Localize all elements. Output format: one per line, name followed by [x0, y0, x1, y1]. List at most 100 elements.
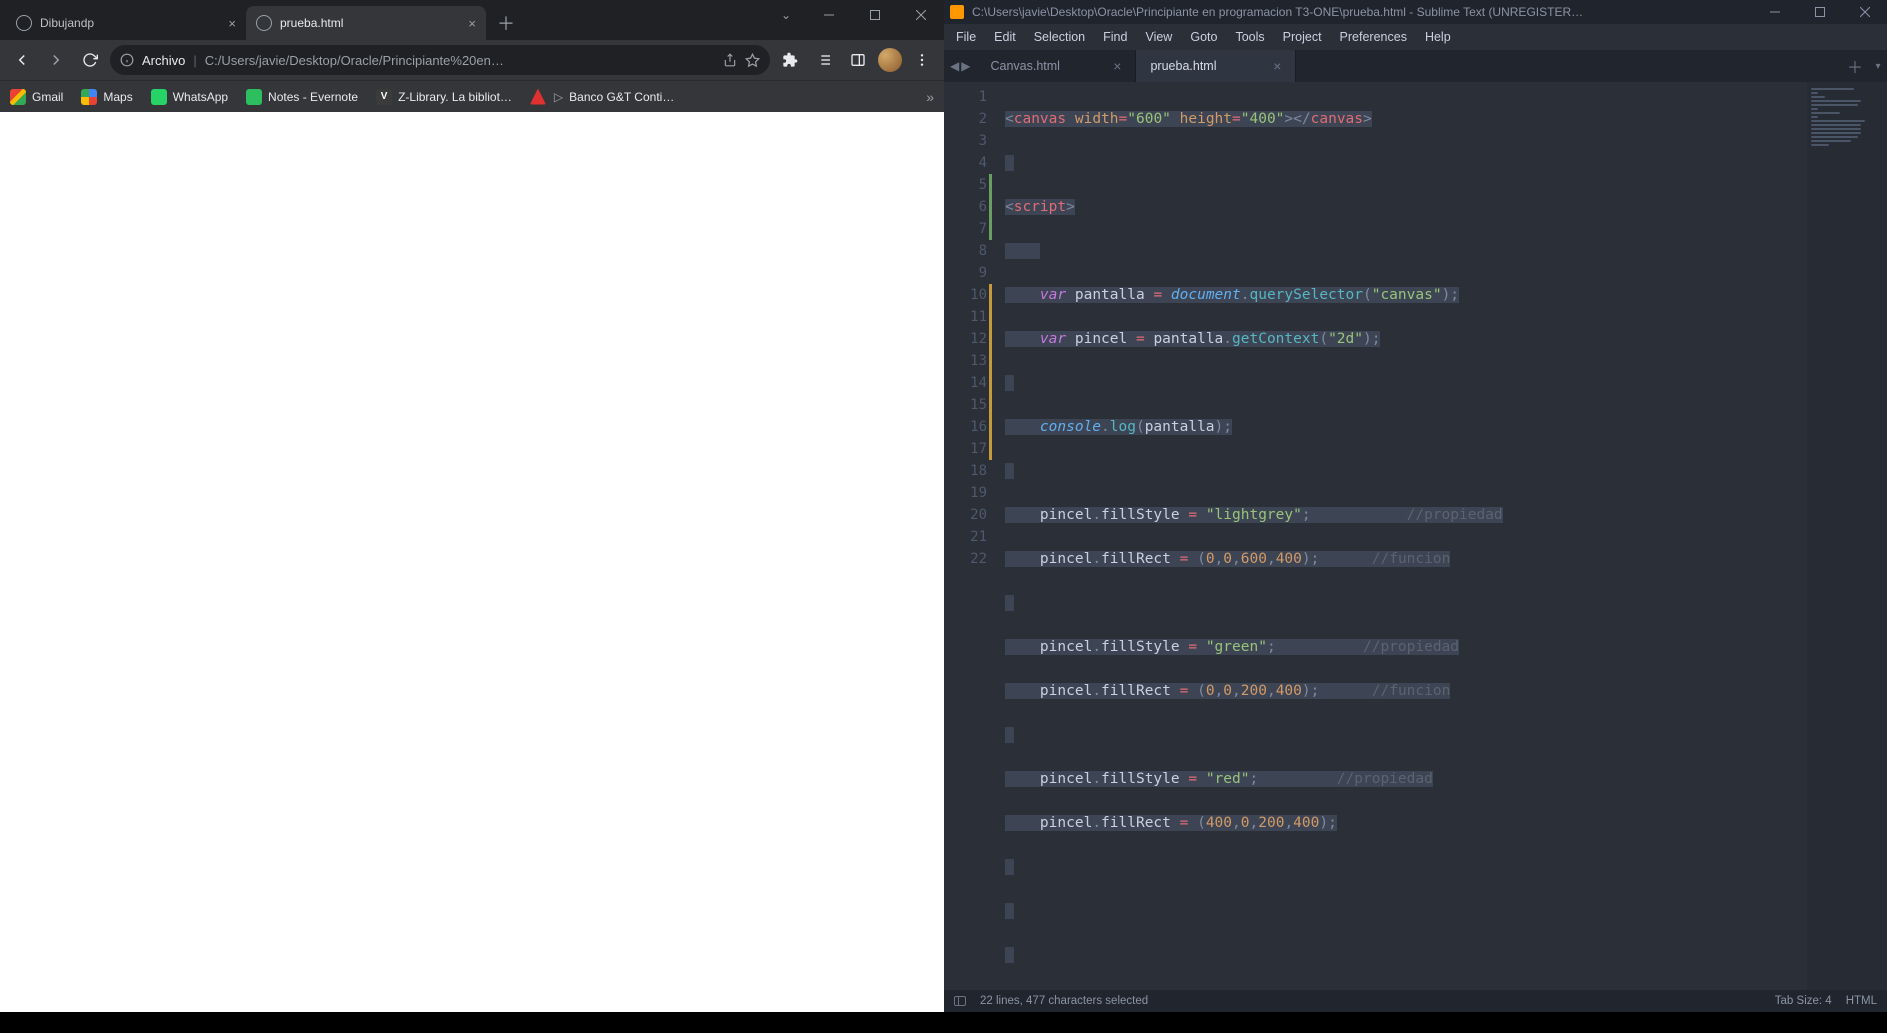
line-number: 3 — [949, 130, 987, 152]
tab-back-icon[interactable]: ◀ — [950, 59, 959, 73]
status-tabsize[interactable]: Tab Size: 4 — [1775, 995, 1832, 1007]
tab-label: Canvas.html — [990, 59, 1059, 73]
chevron-down-icon[interactable]: ⌄ — [766, 0, 806, 30]
minimize-button[interactable] — [806, 0, 852, 30]
line-number: 9 — [949, 262, 987, 284]
menu-view[interactable]: View — [1137, 27, 1180, 47]
taskbar — [0, 1012, 1887, 1033]
sublime-logo-icon — [950, 5, 964, 19]
close-button[interactable] — [898, 0, 944, 30]
tab-forward-icon[interactable]: ▶ — [961, 59, 970, 73]
avatar[interactable] — [878, 48, 902, 72]
status-syntax[interactable]: HTML — [1846, 995, 1877, 1007]
line-number: 7 — [949, 218, 987, 240]
bookmark-maps[interactable]: Maps — [81, 89, 132, 105]
minimize-button[interactable] — [1752, 0, 1797, 24]
bookmark-whatsapp[interactable]: WhatsApp — [151, 89, 228, 105]
line-number: 10 — [949, 284, 987, 306]
forward-button[interactable] — [42, 46, 70, 74]
tab-title: prueba.html — [280, 16, 460, 30]
sublime-tabbar: ◀ ▶ Canvas.html × prueba.html × ＋ ▾ — [944, 50, 1887, 82]
line-number: 12 — [949, 328, 987, 350]
close-icon[interactable]: × — [228, 16, 236, 31]
close-icon[interactable]: × — [468, 16, 476, 31]
chrome-window: Dibujandp × prueba.html × ＋ ⌄ — [0, 0, 944, 1012]
line-number: 6 — [949, 196, 987, 218]
line-number: 4 — [949, 152, 987, 174]
sublime-window-controls — [1752, 0, 1887, 24]
menu-file[interactable]: File — [948, 27, 984, 47]
url-divider: | — [193, 53, 196, 68]
chrome-tab-1[interactable]: Dibujandp × — [6, 6, 246, 40]
globe-icon — [16, 15, 32, 31]
gmail-icon — [10, 89, 26, 105]
zlibrary-icon: V — [376, 89, 392, 105]
menu-goto[interactable]: Goto — [1182, 27, 1225, 47]
editor-tab-canvas[interactable]: Canvas.html × — [976, 50, 1136, 82]
extensions-icon[interactable] — [776, 46, 804, 74]
bookmark-gmail[interactable]: Gmail — [10, 89, 63, 105]
bookmarks-bar: Gmail Maps WhatsApp Notes - Evernote VZ-… — [0, 80, 944, 112]
line-number: 11 — [949, 306, 987, 328]
status-selection: 22 lines, 477 characters selected — [980, 995, 1148, 1007]
bookmark-overflow[interactable]: » — [926, 89, 934, 105]
maximize-button[interactable] — [1797, 0, 1842, 24]
menu-find[interactable]: Find — [1095, 27, 1135, 47]
new-tab-button[interactable]: ＋ — [1841, 50, 1869, 82]
chrome-tabstrip: Dibujandp × prueba.html × ＋ — [0, 0, 766, 40]
line-number: 21 — [949, 526, 987, 548]
editor-tab-prueba[interactable]: prueba.html × — [1136, 50, 1296, 82]
side-panel-icon[interactable] — [844, 46, 872, 74]
chrome-toolbar: Archivo | C:/Users/javie/Desktop/Oracle/… — [0, 40, 944, 80]
evernote-icon — [246, 89, 262, 105]
address-bar[interactable]: Archivo | C:/Users/javie/Desktop/Oracle/… — [110, 45, 770, 75]
bookmark-banco[interactable]: ▷Banco G&T Conti… — [530, 89, 674, 105]
kebab-menu-icon[interactable] — [908, 46, 936, 74]
line-number: 22 — [949, 548, 987, 570]
line-number: 20 — [949, 504, 987, 526]
chrome-tab-2[interactable]: prueba.html × — [246, 6, 486, 40]
new-tab-button[interactable]: ＋ — [492, 9, 520, 37]
line-number: 13 — [949, 350, 987, 372]
menu-help[interactable]: Help — [1417, 27, 1459, 47]
url-path: C:/Users/javie/Desktop/Oracle/Principian… — [205, 53, 715, 68]
globe-icon — [256, 15, 272, 31]
menu-project[interactable]: Project — [1275, 27, 1330, 47]
tab-label: prueba.html — [1150, 59, 1216, 73]
close-icon[interactable]: × — [1113, 58, 1121, 74]
menu-tools[interactable]: Tools — [1227, 27, 1272, 47]
line-number: 14 — [949, 372, 987, 394]
bookmark-zlibrary[interactable]: VZ-Library. La bibliot… — [376, 89, 512, 105]
code-editor[interactable]: <canvas width="600" height="400"></canva… — [997, 82, 1807, 990]
share-icon[interactable] — [723, 53, 737, 67]
line-number: 16 — [949, 416, 987, 438]
media-controls-icon[interactable] — [810, 46, 838, 74]
chrome-titlebar: Dibujandp × prueba.html × ＋ ⌄ — [0, 0, 944, 40]
minimap[interactable] — [1807, 82, 1887, 990]
line-number: 2 — [949, 108, 987, 130]
maximize-button[interactable] — [852, 0, 898, 30]
line-number: 17 — [949, 438, 987, 460]
tab-dropdown-icon[interactable]: ▾ — [1869, 50, 1887, 82]
bookmark-evernote[interactable]: Notes - Evernote — [246, 89, 358, 105]
menu-selection[interactable]: Selection — [1026, 27, 1093, 47]
back-button[interactable] — [8, 46, 36, 74]
line-number: 8 — [949, 240, 987, 262]
panel-switch-icon[interactable] — [954, 996, 966, 1006]
chrome-window-controls: ⌄ — [766, 0, 944, 40]
line-number-gutter: 1 2 3 4 5 6 7 8 9 10 11 12 13 14 15 16 1… — [949, 82, 997, 990]
editor-area[interactable]: 1 2 3 4 5 6 7 8 9 10 11 12 13 14 15 16 1… — [944, 82, 1887, 990]
info-icon[interactable] — [120, 53, 134, 67]
line-number: 19 — [949, 482, 987, 504]
whatsapp-icon — [151, 89, 167, 105]
line-number: 5 — [949, 174, 987, 196]
star-icon[interactable] — [745, 53, 760, 68]
chrome-viewport — [0, 112, 944, 1012]
menu-preferences[interactable]: Preferences — [1332, 27, 1415, 47]
line-number: 1 — [949, 86, 987, 108]
tab-title: Dibujandp — [40, 16, 220, 30]
reload-button[interactable] — [76, 46, 104, 74]
close-icon[interactable]: × — [1273, 58, 1281, 74]
menu-edit[interactable]: Edit — [986, 27, 1024, 47]
close-button[interactable] — [1842, 0, 1887, 24]
